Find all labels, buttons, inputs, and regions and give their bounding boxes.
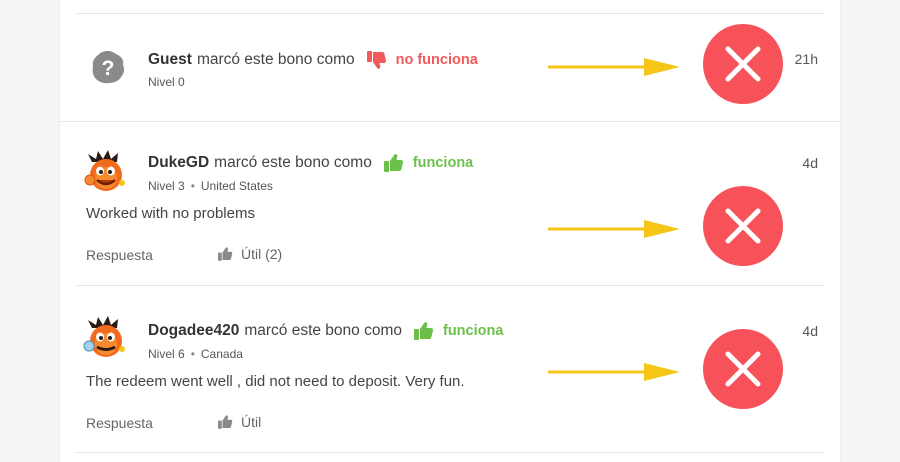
user-country: United States <box>200 179 273 193</box>
reply-label: Respuesta <box>86 415 153 431</box>
review-time: 21h <box>794 51 818 67</box>
user-avatar <box>82 150 128 194</box>
review-comment: The redeem went well , did not need to d… <box>86 373 465 390</box>
annotation-arrow <box>548 363 680 381</box>
thumbs-down-icon <box>366 51 386 69</box>
review-verb: marcó este bono como <box>196 51 355 68</box>
verdict-label: no funciona <box>395 52 478 68</box>
review-title: Guest marcó este bono como no funciona <box>148 51 478 69</box>
red-x-circle-icon <box>703 186 783 266</box>
divider <box>76 452 824 453</box>
user-meta: Nivel 3 • United States <box>148 179 273 193</box>
verdict-positive: funciona <box>383 154 474 172</box>
red-x-circle-icon <box>703 24 783 104</box>
guest-avatar: ? <box>90 49 126 85</box>
svg-text:?: ? <box>102 57 115 80</box>
review-verb: marcó este bono como <box>214 154 372 171</box>
reply-button[interactable]: Respuesta <box>86 415 153 431</box>
review-time: 4d <box>802 323 818 339</box>
thumbs-up-icon <box>383 154 403 172</box>
useful-label: Útil (2) <box>241 246 283 262</box>
review-verb: marcó este bono como <box>244 322 402 339</box>
thumbs-up-icon <box>218 415 233 429</box>
annotation-arrow <box>548 58 680 76</box>
user-country: Canada <box>200 347 243 361</box>
verdict-label: funciona <box>412 155 474 171</box>
red-x-circle-icon <box>703 329 783 409</box>
user-meta: Nivel 0 <box>148 75 185 89</box>
annotation-arrow <box>548 220 680 238</box>
username[interactable]: DukeGD <box>148 154 209 172</box>
meta-separator: • <box>190 179 195 193</box>
username[interactable]: Guest <box>148 51 192 69</box>
useful-label: Útil <box>241 414 262 430</box>
meta-separator: • <box>190 347 195 361</box>
user-avatar <box>82 316 128 360</box>
user-level: Nivel 3 <box>148 179 185 193</box>
review-title: DukeGD marcó este bono como funciona <box>148 154 473 172</box>
user-level: Nivel 0 <box>148 75 185 89</box>
verdict-positive: funciona <box>414 322 503 340</box>
review-comment: Worked with no problems <box>86 205 255 222</box>
reply-button[interactable]: Respuesta <box>86 247 153 263</box>
user-meta: Nivel 6 • Canada <box>148 347 243 361</box>
thumbs-up-icon <box>218 247 233 261</box>
verdict-label: funciona <box>443 323 504 339</box>
reply-label: Respuesta <box>86 247 153 263</box>
useful-button[interactable]: Útil <box>218 414 261 430</box>
username[interactable]: Dogadee420 <box>148 322 239 340</box>
useful-button[interactable]: Útil (2) <box>218 246 282 262</box>
review-title: Dogadee420 marcó este bono como funciona <box>148 322 503 340</box>
user-level: Nivel 6 <box>148 347 185 361</box>
thumbs-up-icon <box>414 322 434 340</box>
review-time: 4d <box>802 155 818 171</box>
verdict-negative: no funciona <box>366 51 478 69</box>
